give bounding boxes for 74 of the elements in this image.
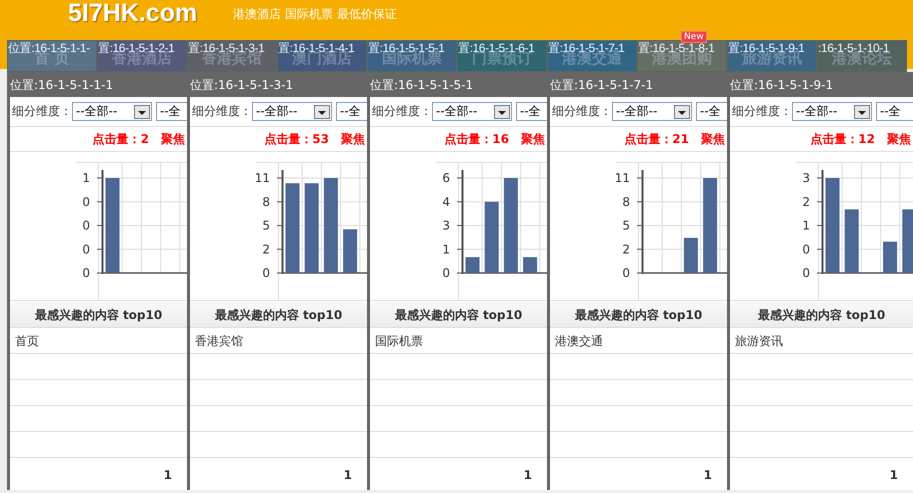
y-tick-label: 2	[262, 242, 270, 256]
top10-header: 最感兴趣的内容 top10	[190, 302, 367, 328]
y-tick-label: 3	[442, 218, 450, 232]
top10-header: 最感兴趣的内容 top10	[550, 302, 727, 328]
y-tick-label: 11	[614, 171, 630, 185]
focus-label: 聚焦	[161, 130, 185, 148]
y-tick-label: 6	[442, 171, 450, 185]
y-tick-label: 0	[442, 266, 450, 280]
y-tick-label: 1	[802, 218, 810, 232]
y-tick-label: 4	[442, 194, 450, 209]
click-count: 点击量：2	[92, 130, 149, 148]
panel-title: 位置:16-1-5-1-3-1	[187, 72, 367, 97]
dimension-select[interactable]: --全部--	[792, 102, 872, 121]
y-tick-label: 8	[622, 194, 630, 209]
y-tick-label: 0	[802, 242, 810, 256]
item-count: 1	[164, 468, 172, 482]
nav-tab[interactable]: 旅游资讯 置:16-1-5-1-9-1	[727, 40, 817, 72]
filter-label: 细分维度：	[192, 103, 252, 120]
y-tick-label: 2	[622, 242, 630, 256]
y-tick-label: 0	[622, 266, 630, 280]
click-count: 点击量：12	[810, 130, 875, 148]
focus-label: 聚焦	[341, 130, 365, 148]
dimension-select[interactable]: --全部--	[252, 102, 332, 121]
nav-tab[interactable]: 港澳团购 置:16-1-5-1-8-1	[637, 40, 727, 72]
position-label: 位置:16-1-5-1-1-	[8, 41, 90, 55]
y-tick-label: 1	[82, 171, 90, 185]
y-tick-label: 11	[254, 171, 270, 185]
nav-tab[interactable]: 香港宾馆 置:16-1-5-1-3-1	[187, 40, 277, 72]
y-tick-label: 3	[802, 171, 810, 185]
y-tick-label: 8	[262, 194, 270, 209]
nav-tab[interactable]: 首 页 位置:16-1-5-1-1-	[7, 40, 97, 72]
y-tick-label: 0	[82, 194, 90, 209]
item-count: 1	[704, 468, 712, 482]
slogan: 港澳酒店 国际机票 最低价保证	[233, 6, 397, 23]
click-count: 点击量：21	[624, 130, 689, 148]
dimension-select[interactable]: --全部--	[72, 102, 152, 121]
nav-tab[interactable]: 香港酒店 置:16-1-5-1-2-1	[97, 40, 187, 72]
nav-tab[interactable]: 澳门酒店 置:16-1-5-1-4-1	[277, 40, 367, 72]
item-count: 1	[524, 468, 532, 482]
y-tick-label: 1	[442, 242, 450, 256]
y-tick-label: 5	[622, 218, 630, 232]
dimension-select[interactable]: --全部--	[432, 102, 512, 121]
y-tick-label: 0	[82, 242, 90, 256]
focus-label: 聚焦	[521, 130, 545, 148]
y-tick-label: 0	[262, 266, 270, 280]
click-count: 点击量：16	[444, 130, 509, 148]
item-count: 1	[890, 468, 898, 482]
dimension-select[interactable]: --全	[876, 102, 913, 121]
nav-tab[interactable]: 门票预订 置:16-1-5-1-6-1	[457, 40, 547, 72]
y-tick-label: 5	[262, 218, 270, 232]
item-count: 1	[344, 468, 352, 482]
y-tick-label: 2	[802, 194, 810, 209]
filter-label: 细分维度：	[732, 103, 792, 120]
panel-title: 位置:16-1-5-1-5-1	[367, 72, 547, 97]
filter-label: 细分维度：	[552, 103, 612, 120]
top10-header: 最感兴趣的内容 top10	[370, 302, 547, 328]
content-item[interactable]: 旅游资讯	[730, 328, 913, 354]
click-count: 点击量：53	[264, 130, 329, 148]
dimension-select[interactable]: --全部--	[612, 102, 692, 121]
nav-tab[interactable]: 港澳交通 置:16-1-5-1-7-1	[547, 40, 637, 72]
panel-title: 位置:16-1-5-1-1-1	[7, 72, 187, 97]
nav-tab[interactable]: 国际机票 置:16-1-5-1-5-1	[367, 40, 457, 72]
y-tick-label: 0	[802, 266, 810, 280]
focus-label: 聚焦	[887, 130, 911, 148]
filter-label: 细分维度：	[372, 103, 432, 120]
top10-header: 最感兴趣的内容 top10	[730, 302, 913, 328]
filter-label: 细分维度：	[12, 103, 72, 120]
panel-title: 位置:16-1-5-1-9-1	[727, 72, 913, 97]
y-tick-label: 0	[82, 218, 90, 232]
focus-label: 聚焦	[701, 130, 725, 148]
top10-header: 最感兴趣的内容 top10	[10, 302, 187, 328]
panel-title: 位置:16-1-5-1-7-1	[547, 72, 727, 97]
y-tick-label: 0	[82, 266, 90, 280]
new-badge: New	[681, 31, 707, 43]
